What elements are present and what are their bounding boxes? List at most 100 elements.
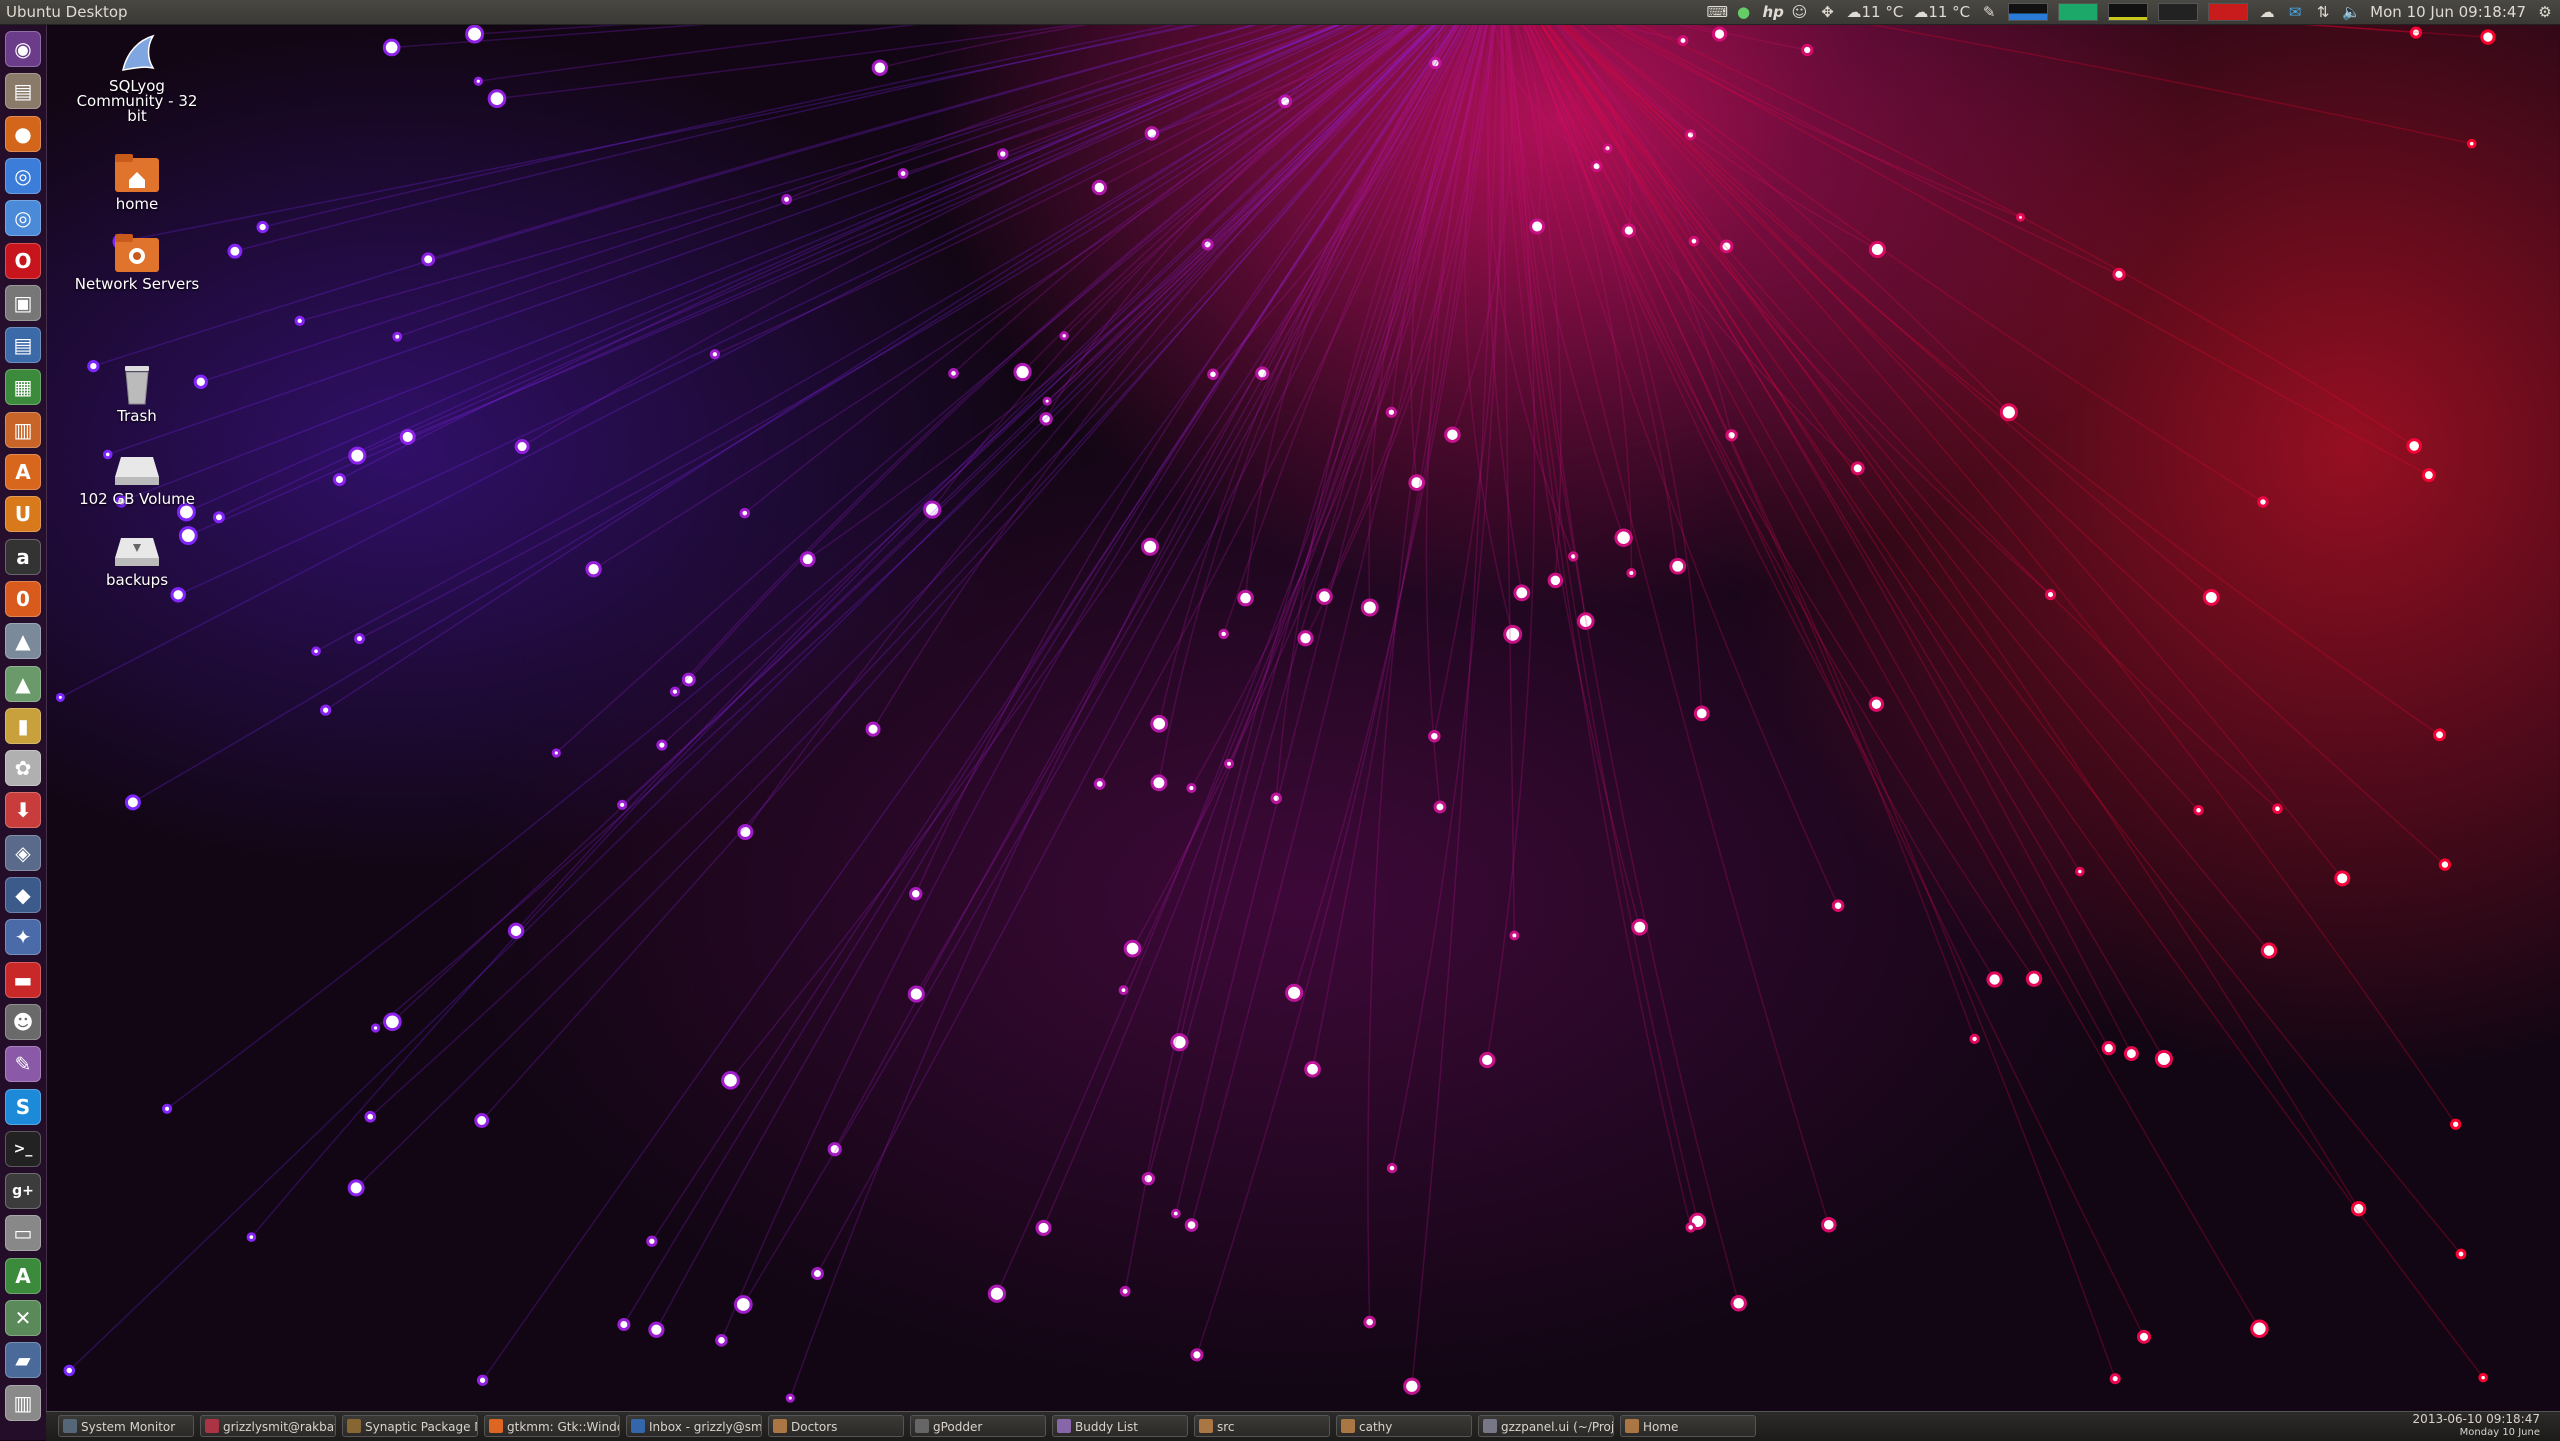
user-icon[interactable]: ☺ [1790,4,1808,20]
fiber-tip [1091,179,1108,196]
taskbar-button[interactable]: gPodder [910,1415,1046,1437]
clock[interactable]: Mon 10 Jun 09:18:47 [2370,0,2526,24]
weather-indicator-1[interactable]: ☁ 11 °C [1846,0,1903,24]
archive-icon[interactable]: ▮ [5,707,41,744]
installer-icon[interactable]: ⬇ [5,792,41,829]
fiber-tip [2478,1372,2488,1383]
desktop-icon-home[interactable]: home [72,150,202,212]
taskbar-button[interactable]: gzzpanel.ui (~/Proje... [1478,1415,1614,1437]
cloud-icon[interactable]: ☁ [2258,4,2276,20]
sd-card-icon[interactable]: ▣ [5,284,41,321]
fiber-strand [996,0,1489,1295]
taskbar-button[interactable]: Synaptic Package M... [342,1415,478,1437]
fiber-strand [1519,0,2116,1379]
dash-home-icon[interactable]: ◉ [5,31,41,67]
network-graph[interactable] [2108,3,2149,21]
window-icon [915,1419,929,1433]
bottom-clock[interactable]: 2013-06-10 09:18:47 Monday 10 June [2413,1413,2540,1439]
keyboard-icon[interactable]: ⌨ [1706,4,1728,20]
window-title: Ubuntu Desktop [6,3,128,21]
load-graph[interactable] [2208,3,2249,21]
firefox-icon[interactable]: ● [5,115,41,152]
trash-launcher-icon[interactable]: ▥ [5,1384,41,1421]
fiber-tip [354,633,365,645]
cpu-graph[interactable] [2008,3,2049,21]
writer-icon[interactable]: ▤ [5,327,41,364]
impress-icon[interactable]: ▥ [5,411,41,448]
desktop-icon-sqlyog[interactable]: SQLyog Community - 32 bit [72,32,202,124]
google-plus-icon[interactable]: g+ [5,1173,41,1210]
update-icon[interactable]: ● [1734,4,1752,20]
desktop-icon-trash[interactable]: Trash [72,362,202,424]
app-icon-2[interactable]: ▲ [5,665,41,702]
fiber-tip [124,794,141,811]
fiber-tip [399,428,416,445]
swap-graph[interactable] [2158,3,2199,21]
fiber-tip [474,1113,490,1128]
presentation-icon[interactable]: ▬ [5,961,41,998]
network-icon[interactable]: ⇅ [2314,4,2332,20]
clip-icon[interactable]: ✎ [1980,4,1998,20]
fiber-tip [1224,758,1235,769]
calc-icon[interactable]: ▦ [5,369,41,406]
volume-icon[interactable]: 🔈 [2342,4,2361,20]
fiber-tip [1513,584,1531,602]
fiber-tip [2193,804,2204,816]
fiber-tip [715,1334,728,1347]
app-icon-1[interactable]: ▲ [5,623,41,660]
workspace-icon[interactable]: ▰ [5,1342,41,1379]
taskbar-button-label: Buddy List [1075,1420,1138,1434]
postgres-icon[interactable]: ◆ [5,877,41,913]
gear-icon[interactable]: ⚙ [2536,4,2554,20]
fiber-tip [392,331,403,342]
android-icon[interactable]: A [5,1257,41,1294]
settings-icon[interactable]: ✿ [5,750,41,787]
desktop-icon-volume[interactable]: 102 GB Volume [72,445,202,507]
hp-icon[interactable]: hp [1762,4,1783,20]
terminal-icon[interactable]: >_ [5,1130,41,1167]
window-icon [1057,1419,1071,1433]
editor-icon[interactable]: ✎ [5,1046,41,1083]
fiber-tip [1316,588,1333,605]
fiber-strand [481,0,1472,1381]
window-icon [63,1419,77,1433]
software-center-icon[interactable]: A [5,454,41,490]
memory-graph[interactable] [2058,3,2099,21]
chrome-icon[interactable]: ◎ [5,157,41,194]
taskbar-button[interactable]: gtkmm: Gtk::Window... [484,1415,620,1437]
desktop-icon-backups[interactable]: backups [72,526,202,588]
taskbar-button[interactable]: Buddy List [1052,1415,1188,1437]
ubuntu-one-music-icon[interactable]: 0 [5,580,41,617]
fiber-tip [2250,1319,2269,1338]
taskbar-button-label: gzzpanel.ui (~/Proje... [1501,1420,1614,1434]
desktop-icon-network-servers[interactable]: Network Servers [72,230,202,292]
taskbar-button-label: gtkmm: Gtk::Window... [507,1420,619,1434]
gnome-icon[interactable]: ☻ [5,1003,41,1040]
taskbar-button[interactable]: Inbox - grizzly@smit... [626,1415,762,1437]
fiber-strand [1521,0,2110,1049]
opera-icon[interactable]: O [5,242,41,279]
taskbar-button[interactable]: src [1194,1415,1330,1437]
chromium-icon[interactable]: ◎ [5,200,41,237]
taskbar-button[interactable]: System Monitor [58,1415,194,1437]
tools-icon[interactable]: ✕ [5,1300,41,1336]
fiber-tip [1479,1051,1496,1069]
ubuntu-one-icon[interactable]: U [5,496,41,533]
network-app-icon[interactable]: ◈ [5,834,41,871]
files-icon[interactable]: ▤ [5,73,41,110]
fiber-tip [2044,589,2057,601]
dropbox-icon[interactable]: ✥ [1818,4,1836,20]
taskbar-button[interactable]: cathy [1336,1415,1472,1437]
taskbar-button[interactable]: Home [1620,1415,1756,1437]
sqlyog-launcher-icon[interactable]: ✦ [5,919,41,956]
launcher: ◉ ▤ ● ◎ ◎ O ▣ ▤ ▦ ▥ A Ua 0 ▲ ▲ ▮ ✿ ⬇ ◈ ◆ ✦ ▬ ☻ ✎ S >_ g+ ▭ A ✕ ▰ ▥ [0,25,47,1440]
fiber-tip [1626,568,1637,578]
taskbar-button[interactable]: Doctors [768,1415,904,1437]
skype-icon[interactable]: S [5,1088,41,1125]
amazon-icon[interactable]: a [5,538,41,575]
fiber-tip [739,507,751,519]
weather-indicator-2[interactable]: ☁ 11 °C [1913,0,1970,24]
panel-icon[interactable]: ▭ [5,1215,41,1252]
taskbar-button[interactable]: grizzlysmit@rakbat: ... [200,1415,336,1437]
mail-icon[interactable]: ✉ [2286,4,2304,20]
